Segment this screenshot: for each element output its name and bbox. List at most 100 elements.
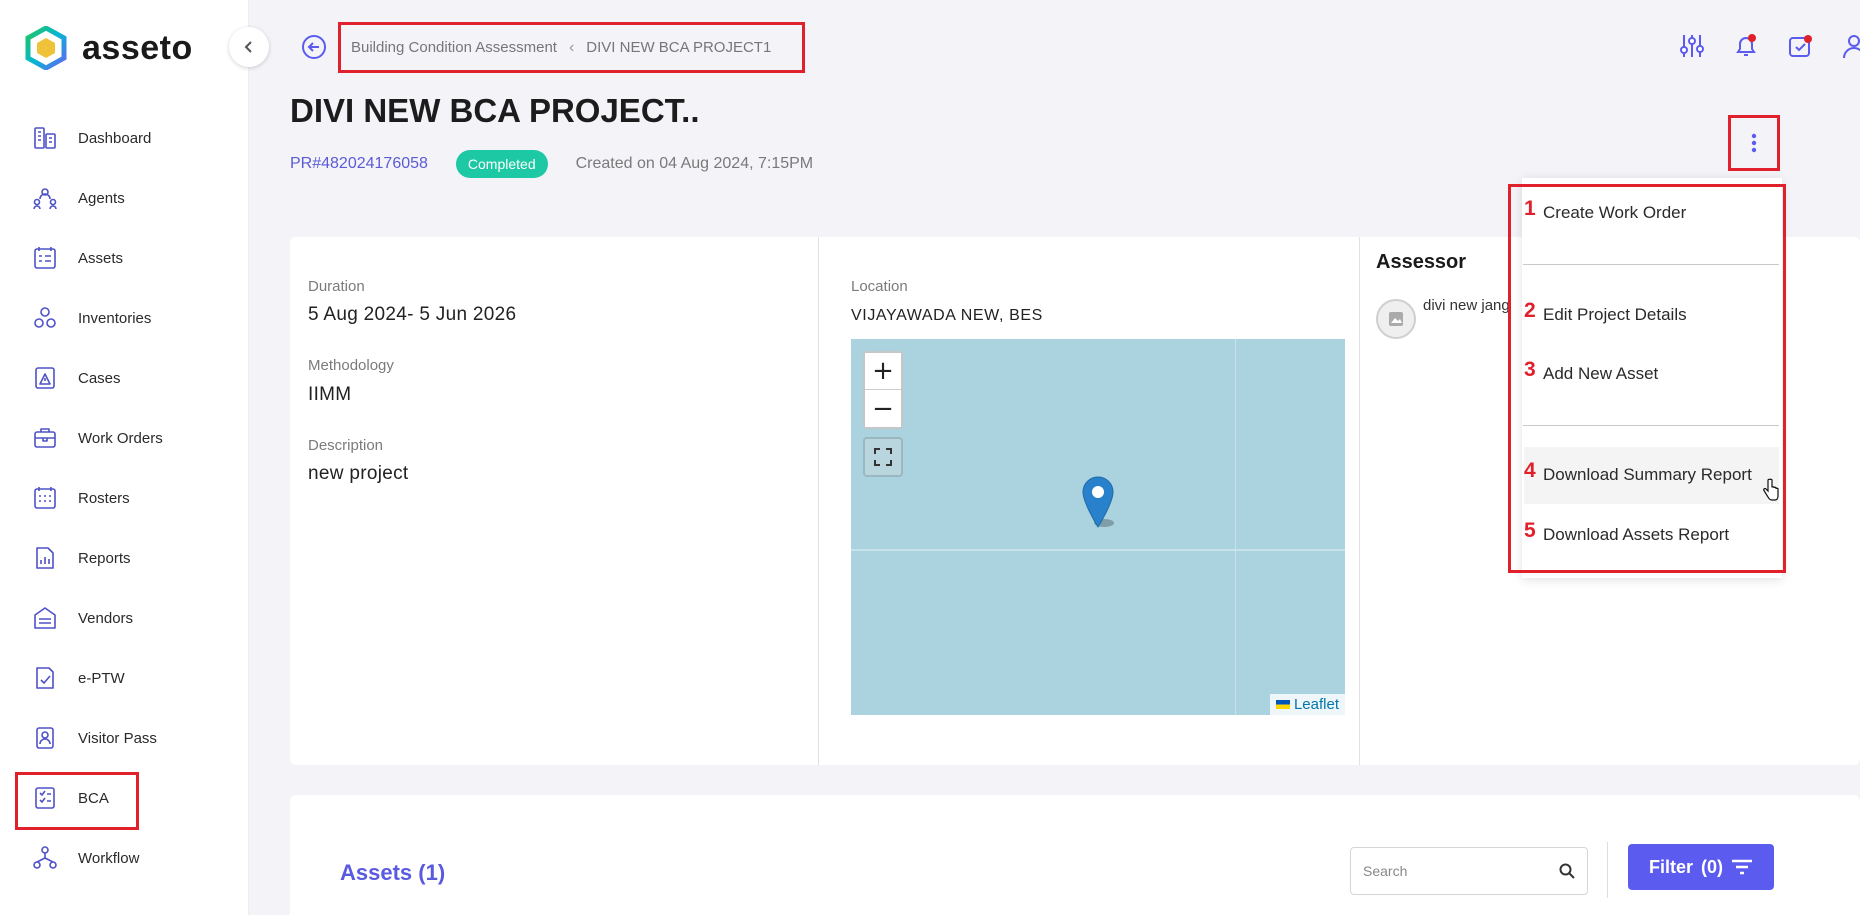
kebab-menu-icon bbox=[1751, 133, 1757, 153]
sidebar-item-label: Visitor Pass bbox=[78, 729, 157, 747]
sidebar-item-label: Cases bbox=[78, 369, 121, 387]
sidebar: asseto Dashboard Agents Assets Inventories C… bbox=[0, 0, 249, 915]
location-map[interactable]: + − Leaflet bbox=[851, 339, 1345, 715]
sidebar-item-work-orders[interactable]: Work Orders bbox=[0, 408, 249, 468]
assets-card: Assets (1) Filter (0) bbox=[290, 795, 1860, 915]
map-zoom-controls: + − bbox=[863, 351, 903, 429]
sidebar-item-label: Agents bbox=[78, 189, 125, 207]
sidebar-item-label: Rosters bbox=[78, 489, 130, 507]
menu-item-number: 4 bbox=[1524, 459, 1536, 482]
reports-icon bbox=[36, 547, 54, 569]
chevron-left-icon bbox=[244, 41, 252, 53]
methodology-label: Methodology bbox=[308, 357, 394, 374]
sidebar-item-inventories[interactable]: Inventories bbox=[0, 288, 249, 348]
filter-label: Filter bbox=[1648, 856, 1693, 877]
sidebar-item-agents[interactable]: Agents bbox=[0, 168, 249, 228]
bca-icon bbox=[35, 787, 55, 809]
column-divider bbox=[1359, 237, 1360, 765]
menu-item-number: 3 bbox=[1524, 358, 1536, 381]
app-name: asseto bbox=[82, 28, 193, 67]
sidebar-item-dashboard[interactable]: Dashboard bbox=[0, 108, 249, 168]
filter-icon bbox=[1732, 859, 1752, 875]
menu-item-create-work-order[interactable]: Create Work Order bbox=[1543, 203, 1686, 223]
search-input[interactable] bbox=[1363, 863, 1543, 879]
menu-item-add-new-asset[interactable]: Add New Asset bbox=[1543, 364, 1658, 384]
sidebar-item-cases[interactable]: Cases bbox=[0, 348, 249, 408]
zoom-in-button[interactable]: + bbox=[865, 353, 901, 390]
filter-button[interactable]: Filter (0) bbox=[1628, 844, 1774, 890]
sidebar-item-label: Vendors bbox=[78, 609, 134, 627]
sidebar-item-label: Dashboard bbox=[78, 129, 152, 147]
logo[interactable]: asseto bbox=[24, 26, 193, 70]
menu-item-download-summary-report[interactable]: Download Summary Report bbox=[1543, 465, 1752, 485]
map-attribution: Leaflet bbox=[1269, 694, 1345, 715]
calendar-check-icon[interactable] bbox=[1786, 32, 1814, 60]
work-orders-icon bbox=[34, 428, 56, 448]
toolbar-divider bbox=[1607, 842, 1608, 898]
sidebar-item-label: BCA bbox=[78, 789, 109, 807]
menu-item-number: 5 bbox=[1524, 519, 1536, 542]
leaflet-link[interactable]: Leaflet bbox=[1294, 696, 1339, 713]
duration-label: Duration bbox=[308, 278, 365, 295]
fullscreen-icon bbox=[874, 448, 892, 466]
sidebar-item-label: Work Orders bbox=[78, 429, 163, 447]
menu-item-number: 1 bbox=[1524, 197, 1536, 220]
zoom-out-button[interactable]: − bbox=[865, 390, 901, 427]
methodology-value: IIMM bbox=[308, 384, 352, 405]
status-badge: Completed bbox=[455, 150, 548, 178]
menu-item-download-assets-report[interactable]: Download Assets Report bbox=[1543, 525, 1729, 545]
page-title: DIVI NEW BCA PROJECT.. bbox=[290, 92, 700, 129]
search-icon[interactable] bbox=[1559, 863, 1575, 879]
duration-value: 5 Aug 2024- 5 Jun 2026 bbox=[308, 304, 517, 325]
more-options-button[interactable] bbox=[1728, 115, 1780, 171]
description-value: new project bbox=[308, 463, 409, 484]
created-date: Created on 04 Aug 2024, 7:15PM bbox=[575, 155, 814, 172]
rosters-icon bbox=[34, 487, 56, 509]
sidebar-item-vendors[interactable]: Vendors bbox=[0, 588, 249, 648]
description-label: Description bbox=[308, 437, 384, 454]
sidebar-item-rosters[interactable]: Rosters bbox=[0, 468, 249, 528]
visitor-pass-icon bbox=[36, 727, 54, 749]
hand-cursor-icon bbox=[1763, 478, 1779, 501]
ukraine-flag-icon bbox=[1275, 700, 1290, 709]
fullscreen-button[interactable] bbox=[863, 437, 903, 477]
menu-item-number: 2 bbox=[1524, 299, 1536, 322]
image-placeholder-icon bbox=[1389, 312, 1403, 326]
map-pin-icon[interactable] bbox=[1080, 475, 1116, 529]
assessor-name: divi new jang bbox=[1423, 297, 1510, 314]
chevron-left-icon: ‹ bbox=[568, 38, 575, 56]
bell-icon[interactable] bbox=[1732, 32, 1760, 60]
location-value: VIJAYAWADA NEW, BES bbox=[851, 307, 1043, 324]
eptw-icon bbox=[36, 667, 54, 689]
sidebar-item-reports[interactable]: Reports bbox=[0, 528, 249, 588]
agents-icon bbox=[33, 188, 57, 210]
sidebar-item-label: Assets bbox=[78, 249, 124, 267]
collapse-sidebar-button[interactable] bbox=[229, 27, 269, 67]
search-box bbox=[1350, 847, 1588, 895]
map-gridline bbox=[1235, 339, 1236, 715]
breadcrumb-current: DIVI NEW BCA PROJECT1 bbox=[586, 39, 772, 56]
sidebar-item-bca[interactable]: BCA bbox=[0, 768, 249, 830]
cases-icon bbox=[35, 367, 55, 389]
project-meta: PR#482024176058 Completed Created on 04 … bbox=[290, 150, 813, 178]
sliders-icon[interactable] bbox=[1678, 32, 1706, 60]
top-bar: Building Condition Assessment ‹ DIVI NEW… bbox=[249, 0, 1860, 96]
column-divider bbox=[818, 237, 819, 765]
sidebar-item-visitor-pass[interactable]: Visitor Pass bbox=[0, 708, 249, 768]
map-gridline bbox=[851, 549, 1345, 551]
sidebar-item-assets[interactable]: Assets bbox=[0, 228, 249, 288]
sidebar-item-e-ptw[interactable]: e-PTW bbox=[0, 648, 249, 708]
menu-divider bbox=[1523, 425, 1779, 426]
asseto-logo-icon bbox=[25, 26, 67, 70]
menu-item-edit-project-details[interactable]: Edit Project Details bbox=[1543, 305, 1687, 325]
avatar bbox=[1376, 299, 1416, 339]
sidebar-item-label: Workflow bbox=[78, 849, 140, 867]
sidebar-nav: Dashboard Agents Assets Inventories Cases Wor… bbox=[0, 108, 249, 888]
dashboard-icon bbox=[34, 127, 56, 149]
project-id-link[interactable]: PR#482024176058 bbox=[290, 155, 428, 173]
sidebar-item-workflow[interactable]: Workflow bbox=[0, 828, 249, 888]
sidebar-item-label: Inventories bbox=[78, 309, 152, 327]
user-icon[interactable] bbox=[1840, 32, 1860, 60]
back-arrow-icon[interactable] bbox=[301, 34, 327, 60]
breadcrumb-parent-link[interactable]: Building Condition Assessment bbox=[351, 39, 557, 56]
